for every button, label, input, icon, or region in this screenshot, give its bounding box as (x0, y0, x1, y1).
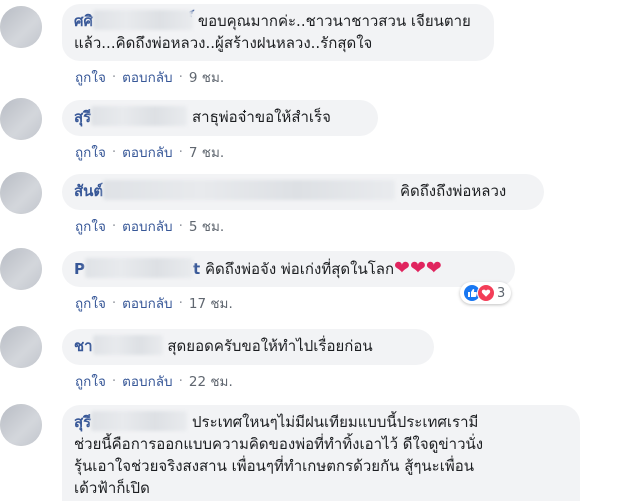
separator-dot: · (111, 295, 117, 311)
separator-dot: · (111, 373, 117, 389)
love-reaction-icon (477, 284, 495, 302)
timestamp[interactable]: 5 ชม. (189, 215, 224, 237)
comment-text-line2: แล้ว...คิดถึงพ่อหลวง..ผู้สร้างฝนหลวง..รั… (74, 34, 373, 52)
commenter-name[interactable]: P (74, 260, 85, 278)
separator-dot: · (178, 373, 183, 389)
timestamp[interactable]: 22 ชม. (189, 370, 233, 392)
reply-link[interactable]: ตอบกลับ (122, 292, 172, 314)
comment-bubble: สุรี ประเทศใหนๆไม่มีฝนเทียมแบบนี้ประเทศเ… (62, 405, 580, 501)
redacted-name (91, 411, 188, 431)
reply-link[interactable]: ตอบกลับ (122, 370, 172, 392)
commenter-name[interactable]: สุรี (74, 413, 91, 431)
avatar[interactable] (0, 248, 42, 290)
redacted-name (103, 180, 396, 200)
reaction-count: 3 (497, 285, 506, 301)
comment-actions: ถูกใจ · ตอบกลับ · 7 ชม. (75, 141, 224, 163)
like-link[interactable]: ถูกใจ (75, 370, 106, 392)
comment-bubble: Pt คิดถึงพ่อจัง พ่อเก่งที่สุดในโลก❤❤❤ (62, 251, 515, 287)
separator-dot: · (111, 69, 117, 85)
comment-bubble: ชา สุดยอดครับขอให้ทำไปเรื่อยก่อน (62, 329, 434, 365)
timestamp[interactable]: 9 ชม. (189, 66, 224, 88)
avatar[interactable] (0, 98, 42, 140)
commenter-name-tail[interactable]: t (193, 260, 200, 278)
comment-bubble: สันต์ คิดถึงถึงพ่อหลวง (62, 174, 544, 210)
separator-dot: · (111, 144, 117, 160)
redacted-name (93, 10, 194, 30)
commenter-name[interactable]: ชา (74, 337, 93, 355)
comment-bubble: สุรี สาธุพ่อจ๋าขอให้สำเร็จ (62, 100, 378, 136)
comment-actions: ถูกใจ · ตอบกลับ · 9 ชม. (75, 66, 224, 88)
heart-emoji: ❤❤❤ (394, 257, 442, 279)
redacted-name (92, 335, 163, 355)
comment-bubble: ศศิิ์ ขอบคุณมากค่ะ..ชาวนาชาวสวน เจียนตาย… (62, 4, 494, 61)
comment-text-line4: เด้วฟ้าก็เปิด (74, 479, 150, 497)
avatar[interactable] (0, 326, 42, 368)
avatar[interactable] (0, 6, 42, 48)
comment-text: ขอบคุณมากค่ะ..ชาวนาชาวสวน เจียนตาย (197, 12, 471, 30)
separator-dot: · (178, 144, 183, 160)
like-link[interactable]: ถูกใจ (75, 215, 106, 237)
redacted-name (91, 106, 188, 126)
reply-link[interactable]: ตอบกลับ (122, 215, 172, 237)
reply-link[interactable]: ตอบกลับ (122, 141, 172, 163)
comment-text-line3: รุ้นเอาใจช่วยจริงสงสาน เพื่อนๆที่ทำเกษตก… (74, 457, 474, 475)
separator-dot: · (178, 218, 183, 234)
like-link[interactable]: ถูกใจ (75, 66, 106, 88)
commenter-name[interactable]: สุรี (74, 108, 91, 126)
timestamp[interactable]: 7 ชม. (189, 141, 224, 163)
like-link[interactable]: ถูกใจ (75, 141, 106, 163)
comment-actions: ถูกใจ · ตอบกลับ · 17 ชม. (75, 292, 233, 314)
timestamp[interactable]: 17 ชม. (189, 292, 233, 314)
avatar[interactable] (0, 404, 42, 446)
comment-actions: ถูกใจ · ตอบกลับ · 5 ชม. (75, 215, 224, 237)
reactions-summary[interactable]: 3 (460, 282, 512, 304)
comment-text: คิดถึงถึงพ่อหลวง (399, 182, 507, 200)
comment-text: ประเทศใหนๆไม่มีฝนเทียมแบบนี้ประเทศเรามี (192, 413, 479, 431)
like-link[interactable]: ถูกใจ (75, 292, 106, 314)
comment-text-line2: ช่วยนี้คือการออกแบบความคิดของพ่อที่ทำทิ้… (74, 435, 484, 453)
commenter-name[interactable]: สันต์ (74, 182, 103, 200)
reply-link[interactable]: ตอบกลับ (122, 66, 172, 88)
comment-text: คิดถึงพ่อจัง พ่อเก่งที่สุดในโลก (204, 260, 395, 278)
separator-dot: · (111, 218, 117, 234)
commenter-name[interactable]: ศศิ (74, 12, 93, 30)
comment-text: สาธุพ่อจ๋าขอให้สำเร็จ (192, 108, 331, 126)
separator-dot: · (178, 295, 183, 311)
comment-text: สุดยอดครับขอให้ทำไปเรื่อยก่อน (167, 337, 373, 355)
separator-dot: · (178, 69, 183, 85)
redacted-name (85, 258, 193, 278)
avatar[interactable] (0, 172, 42, 214)
comment-actions: ถูกใจ · ตอบกลับ · 22 ชม. (75, 370, 233, 392)
